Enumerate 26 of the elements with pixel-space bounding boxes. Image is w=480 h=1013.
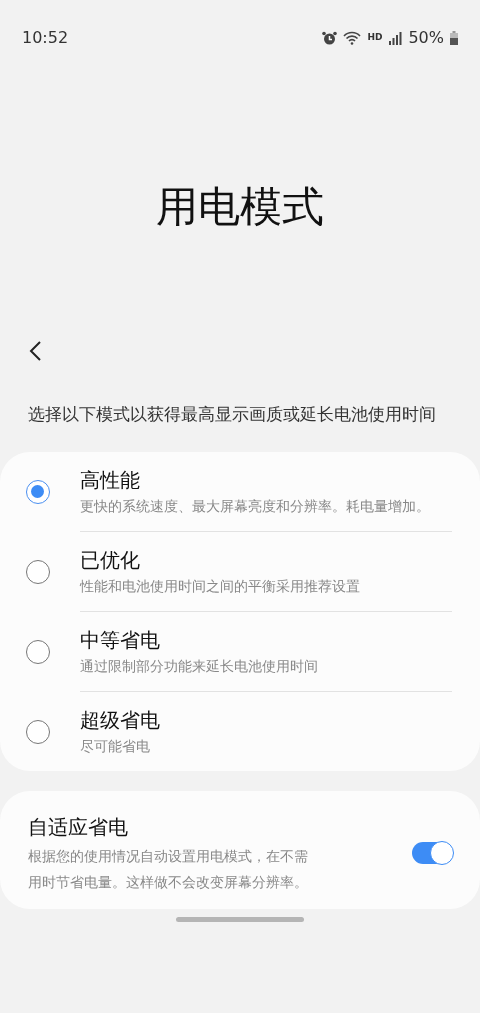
mode-subtitle: 通过限制部分功能来延长电池使用时间 (80, 657, 318, 676)
toggle-switch[interactable] (412, 842, 452, 864)
adaptive-title: 自适应省电 (28, 814, 129, 841)
radio-button[interactable] (26, 639, 50, 664)
mode-subtitle: 尽可能省电 (80, 737, 151, 756)
radio-button[interactable] (26, 719, 50, 744)
mode-title[interactable]: 超级省电 (80, 706, 160, 734)
mode-subtitle: 性能和电池使用时间之间的平衡采用推荐设置 (80, 577, 360, 596)
mode-subtitle: 更快的系统速度、最大屏幕亮度和分辨率。耗电量增加。 (80, 497, 430, 516)
adaptive-description: 根据您的使用情况自动设置用电模式，在不需 (28, 847, 308, 866)
mode-title[interactable]: 高性能 (80, 466, 430, 494)
radio-button[interactable] (26, 559, 50, 584)
mode-title[interactable]: 中等省电 (80, 626, 318, 654)
adaptive-description: 用时节省电量。这样做不会改变屏幕分辨率。 (28, 873, 308, 892)
page-title: 用电模式 (155, 186, 325, 228)
status-time: 10:52 (22, 27, 69, 49)
signal-icon (388, 31, 403, 45)
battery-icon (450, 31, 458, 45)
mode-title[interactable]: 已优化 (80, 546, 360, 574)
back-icon[interactable] (28, 339, 42, 362)
battery-percent: 50% (408, 27, 444, 49)
description-text: 选择以下模式以获得最高显示画质或延长电池使用时间 (28, 403, 437, 426)
wifi-icon (343, 31, 362, 45)
radio-button[interactable] (26, 479, 50, 504)
alarm-icon (322, 30, 338, 46)
network-label: HD (367, 31, 383, 45)
